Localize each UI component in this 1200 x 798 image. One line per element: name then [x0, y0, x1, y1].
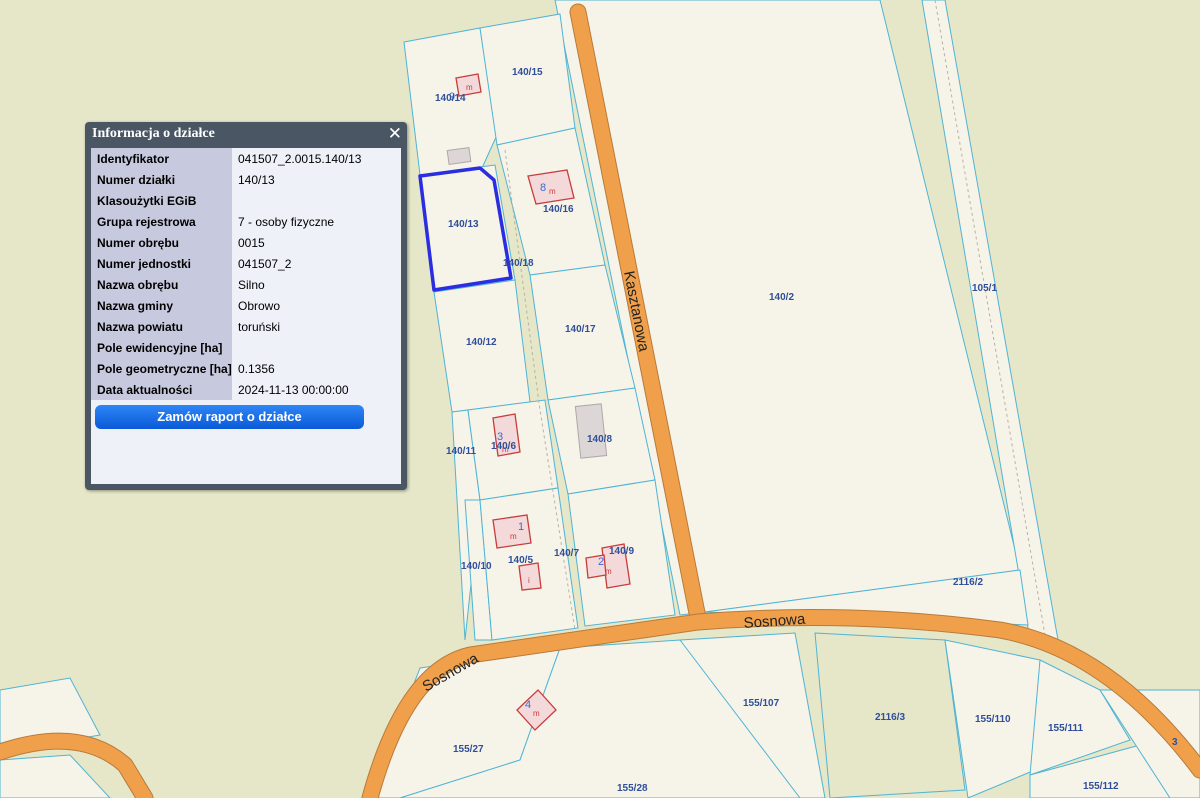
attribute-key: Klasoużytki EGiB — [91, 190, 232, 211]
close-icon[interactable]: ✕ — [388, 124, 402, 144]
parcel-label-140-9: 140/9 — [609, 546, 634, 557]
attribute-key: Numer działki — [91, 169, 232, 190]
table-row: Data aktualności 2024-11-13 00:00:00 — [91, 379, 362, 400]
building-number-2: 2 — [598, 556, 604, 568]
building-number-4: 4 — [525, 699, 531, 711]
parcel-info-panel[interactable]: Informacja o działce ✕ Identyfikator 0415… — [85, 122, 407, 490]
parcel-label-140-15: 140/15 — [512, 67, 543, 78]
table-row: Grupa rejestrowa 7 - osoby fizyczne — [91, 211, 362, 232]
panel-body: Identyfikator 041507_2.0015.140/13 Numer d… — [91, 148, 401, 484]
attribute-key: Numer obrębu — [91, 232, 232, 253]
parcel-label-155-28: 155/28 — [617, 783, 648, 794]
parcel-label-edge-3: 3 — [1172, 737, 1178, 748]
attribute-value: 140/13 — [232, 169, 362, 190]
table-row: Pole ewidencyjne [ha] — [91, 337, 362, 358]
parcel-label-140-10: 140/10 — [461, 561, 492, 572]
shed-building — [446, 146, 472, 166]
table-row: Nazwa gminy Obrowo — [91, 295, 362, 316]
parcel-label-140-17: 140/17 — [565, 324, 596, 335]
attribute-value: 0.1356 — [232, 358, 362, 379]
table-row: Identyfikator 041507_2.0015.140/13 — [91, 148, 362, 169]
building-i-marker: i — [528, 576, 530, 585]
attribute-value: 7 - osoby fizyczne — [232, 211, 362, 232]
attribute-key: Nazwa powiatu — [91, 316, 232, 337]
attribute-value: Silno — [232, 274, 362, 295]
building-m-marker: m — [549, 187, 556, 196]
attribute-key: Grupa rejestrowa — [91, 211, 232, 232]
table-row: Pole geometryczne [ha] 0.1356 — [91, 358, 362, 379]
building-m-marker: m — [533, 709, 540, 718]
building-m-marker: m — [466, 83, 473, 92]
parcel-label-140-18: 140/18 — [503, 258, 534, 269]
table-row: Klasoużytki EGiB — [91, 190, 362, 211]
table-row: Numer działki 140/13 — [91, 169, 362, 190]
attribute-value: toruński — [232, 316, 362, 337]
attribute-value: 041507_2 — [232, 253, 362, 274]
attribute-key: Pole geometryczne [ha] — [91, 358, 232, 379]
parcel-label-140-12: 140/12 — [466, 337, 497, 348]
attribute-key: Identyfikator — [91, 148, 232, 169]
parcel-label-140-16: 140/16 — [543, 204, 574, 215]
parcel-label-140-5: 140/5 — [508, 555, 533, 566]
attribute-value: 041507_2.0015.140/13 — [232, 148, 362, 169]
table-row: Numer jednostki 041507_2 — [91, 253, 362, 274]
attribute-value: Obrowo — [232, 295, 362, 316]
attribute-value: 0015 — [232, 232, 362, 253]
order-report-button[interactable]: Zamów raport o działce — [95, 405, 364, 429]
attributes-table: Identyfikator 041507_2.0015.140/13 Numer d… — [91, 148, 362, 400]
attribute-value — [232, 337, 362, 358]
attribute-value — [232, 190, 362, 211]
building-number-1: 1 — [518, 521, 524, 533]
parcel-label-140-14: 140/14 — [435, 93, 466, 104]
parcel-label-140-2: 140/2 — [769, 292, 794, 303]
building-1[interactable]: 1 m — [492, 514, 532, 549]
parcel-label-155-107: 155/107 — [743, 698, 780, 709]
parcel-label-155-27: 155/27 — [453, 744, 484, 755]
table-row: Numer obrębu 0015 — [91, 232, 362, 253]
building-8[interactable]: 8 m — [527, 169, 575, 205]
attribute-value: 2024-11-13 00:00:00 — [232, 379, 362, 400]
parcel-sw-2[interactable] — [0, 754, 111, 798]
parcel-label-2116-2: 2116/2 — [953, 577, 983, 588]
parcel-label-140-6: 140/6 — [491, 441, 516, 452]
parcel-label-140-7: 140/7 — [554, 548, 579, 559]
table-row: Nazwa obrębu Silno — [91, 274, 362, 295]
parcel-label-2116-3: 2116/3 — [875, 712, 905, 723]
parcel-label-140-11: 140/11 — [446, 446, 476, 457]
attribute-key: Numer jednostki — [91, 253, 232, 274]
parcel-label-105-1: 105/1 — [972, 283, 997, 294]
parcel-label-155-111: 155/111 — [1048, 723, 1083, 734]
building-i[interactable]: i — [518, 562, 542, 591]
panel-title: Informacja o działce — [92, 126, 215, 141]
building-m-marker: m — [605, 567, 612, 576]
parcel-label-140-13: 140/13 — [448, 219, 479, 230]
parcel-label-155-112: 155/112 — [1083, 781, 1119, 792]
building-m-marker: m — [510, 532, 517, 541]
shed-building-140-8 — [574, 403, 608, 459]
attribute-key: Pole ewidencyjne [ha] — [91, 337, 232, 358]
attribute-key: Data aktualności — [91, 379, 232, 400]
attribute-key: Nazwa gminy — [91, 295, 232, 316]
parcel-140-15[interactable] — [479, 13, 576, 146]
building-number-8: 8 — [540, 182, 546, 194]
attribute-key: Nazwa obrębu — [91, 274, 232, 295]
parcel-label-155-110: 155/110 — [975, 714, 1011, 725]
table-row: Nazwa powiatu toruński — [91, 316, 362, 337]
road-label-sosnowa: Sosnowa — [743, 611, 806, 632]
parcel-label-140-8: 140/8 — [587, 434, 612, 445]
